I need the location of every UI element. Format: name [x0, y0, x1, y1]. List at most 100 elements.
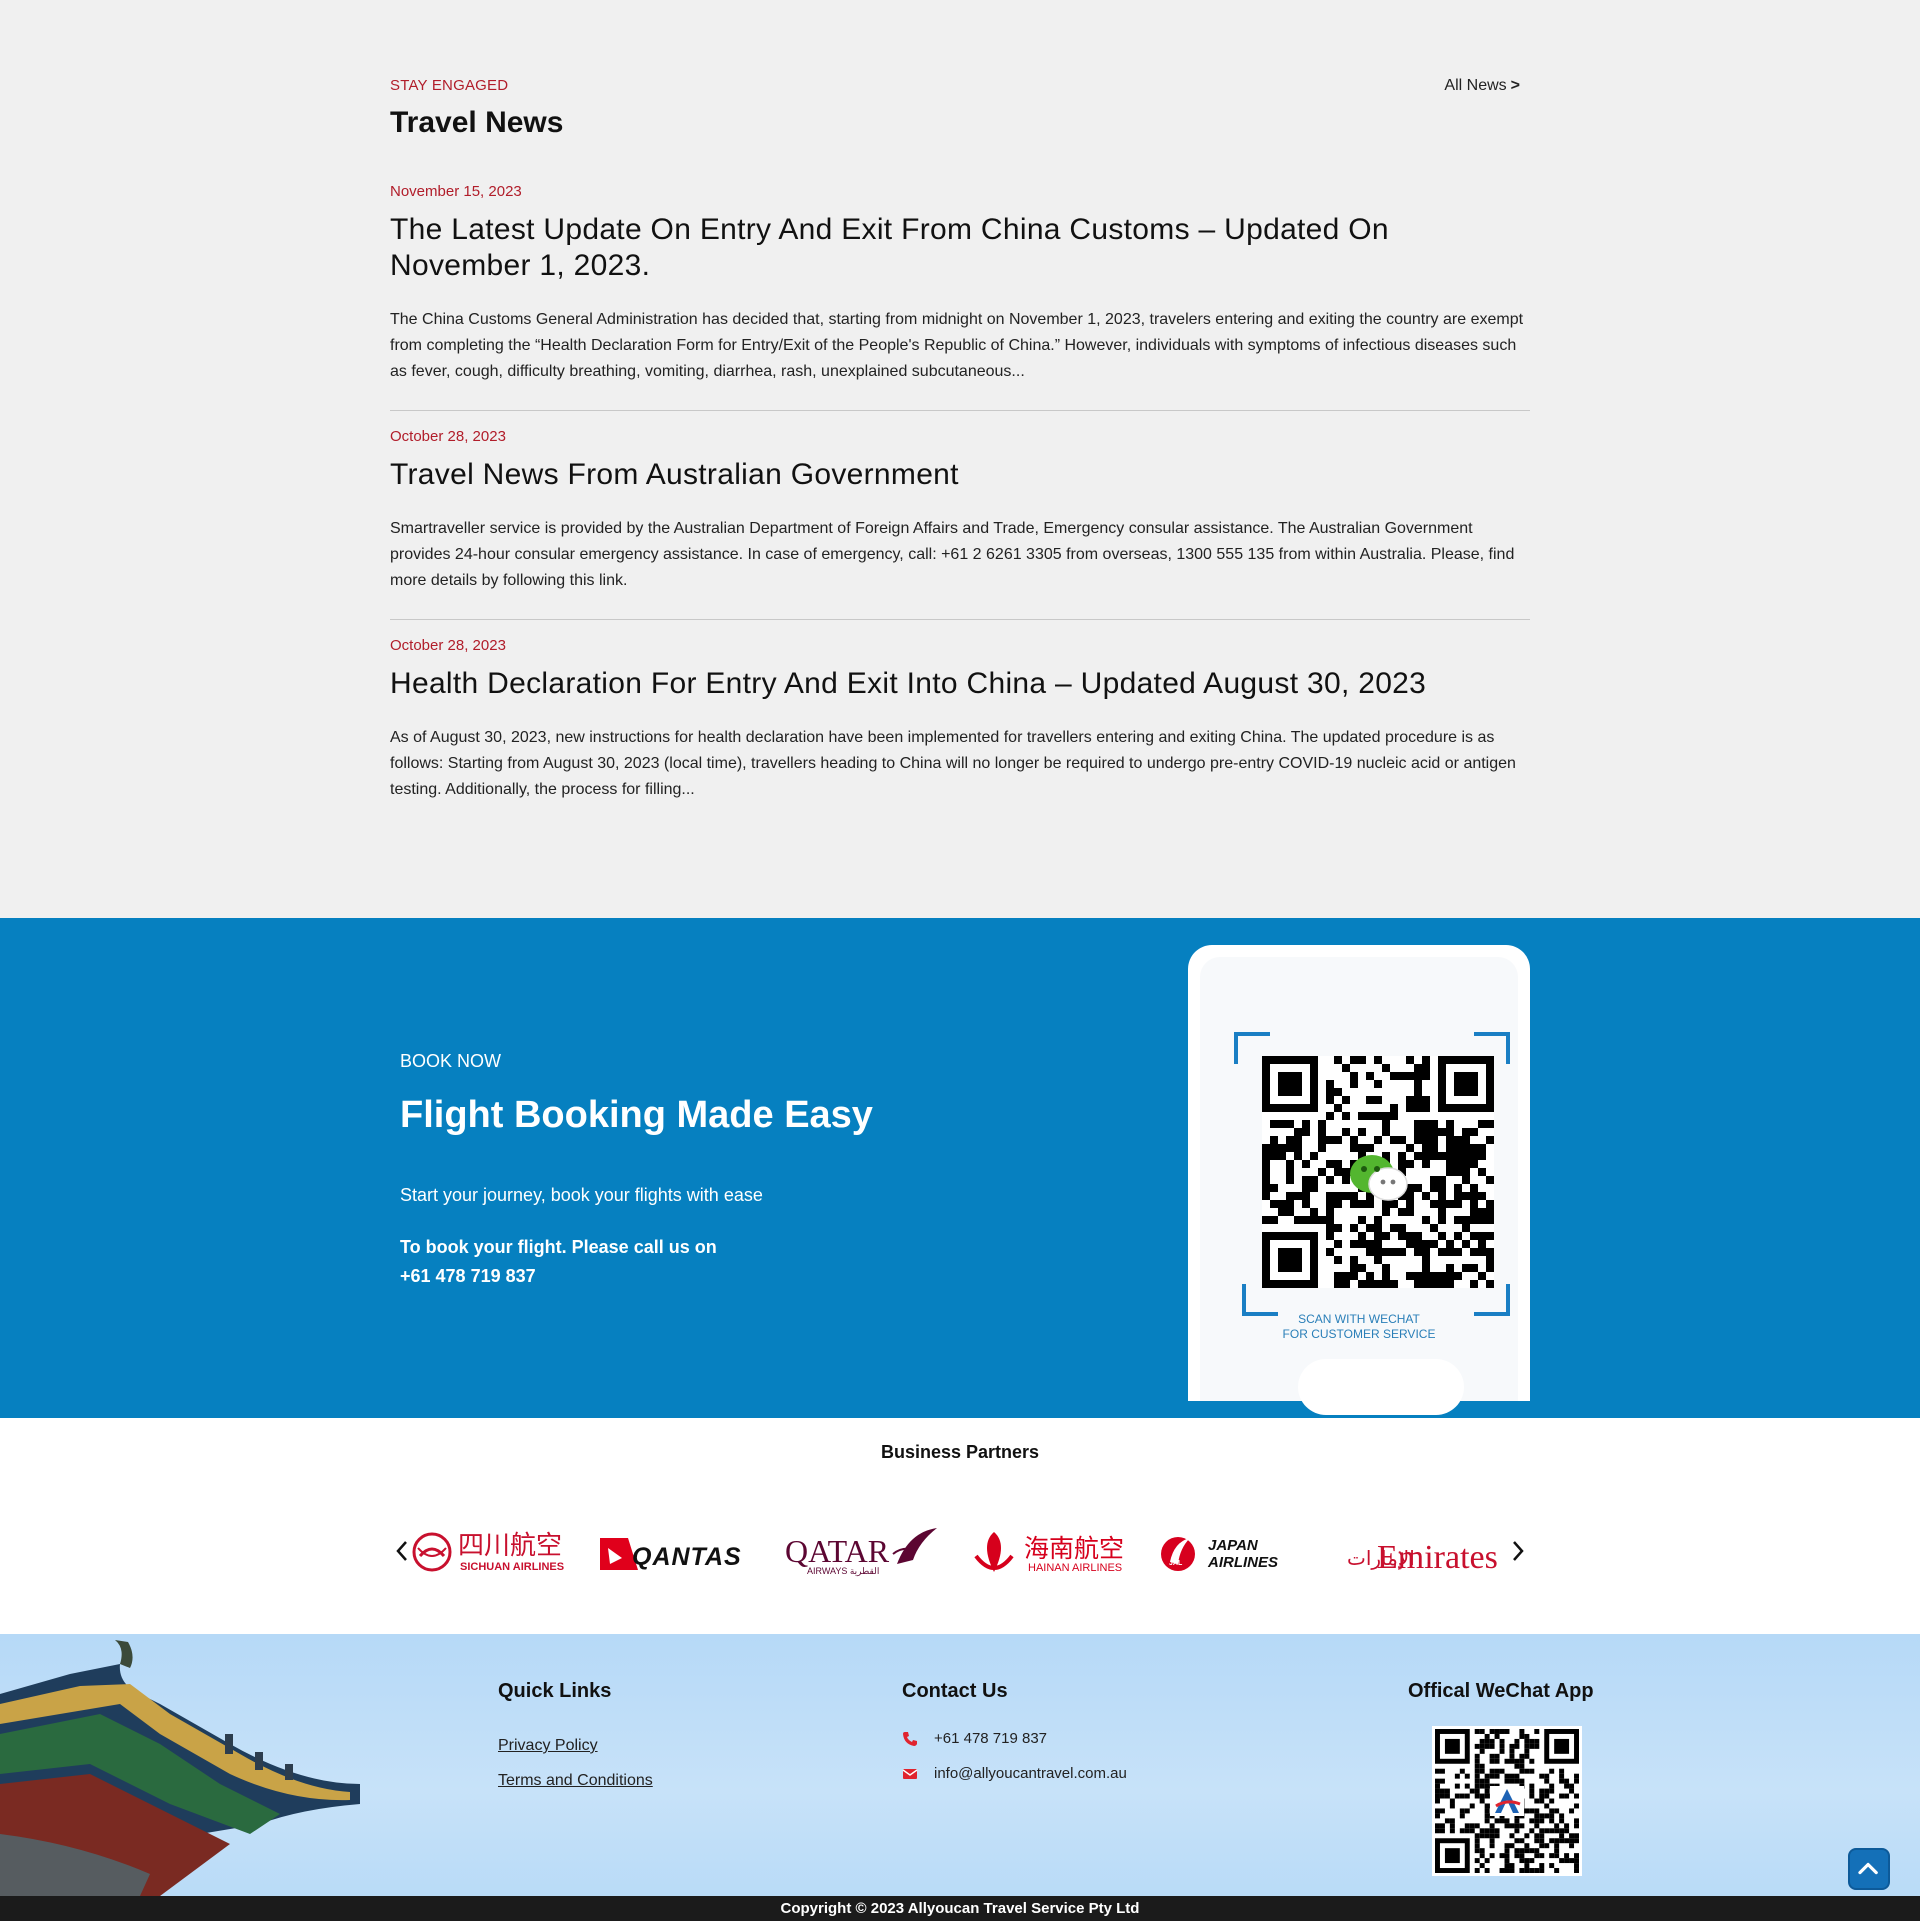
- article-title[interactable]: Health Declaration For Entry And Exit In…: [390, 666, 1530, 702]
- qr-module: [1326, 1176, 1334, 1184]
- qr-module: [1374, 1112, 1382, 1120]
- qr-module: [1446, 1240, 1454, 1248]
- qr-module: [1286, 1136, 1294, 1144]
- qr-module: [1342, 1272, 1350, 1280]
- qr-module: [1534, 1729, 1540, 1734]
- qr-module: [1484, 1738, 1490, 1744]
- qr-module: [1539, 1863, 1545, 1869]
- qr-module: [1422, 1136, 1430, 1144]
- qr-module: [1446, 1136, 1454, 1144]
- qr-module: [1406, 1056, 1414, 1064]
- qr-module: [1294, 1128, 1302, 1136]
- qr-module: [1509, 1748, 1515, 1754]
- qr-module: [1509, 1758, 1515, 1764]
- qr-module: [1494, 1758, 1500, 1764]
- qr-module: [1504, 1843, 1510, 1849]
- article-date: November 15, 2023: [390, 183, 522, 200]
- qr-module: [1474, 1768, 1480, 1774]
- qr-module: [1486, 1176, 1494, 1184]
- qr-module: [1406, 1272, 1414, 1280]
- article-title[interactable]: The Latest Update On Entry And Exit From…: [390, 212, 1530, 284]
- qr-module: [1554, 1868, 1560, 1873]
- qr-module: [1318, 1144, 1326, 1152]
- qr-module: [1459, 1813, 1465, 1819]
- qr-module: [1559, 1778, 1565, 1784]
- contact-phone-row[interactable]: +61 478 719 837: [902, 1730, 1047, 1747]
- qr-module: [1544, 1778, 1550, 1784]
- qr-module: [1286, 1168, 1294, 1176]
- news-article[interactable]: October 28, 2023 Health Declaration For …: [390, 637, 1530, 807]
- article-title[interactable]: Travel News From Australian Government: [390, 457, 1530, 493]
- qr-finder-pattern: [1554, 1738, 1570, 1754]
- qr-module: [1469, 1803, 1475, 1809]
- qr-module: [1574, 1838, 1579, 1844]
- qr-module: [1439, 1808, 1445, 1814]
- qr-module: [1479, 1848, 1485, 1854]
- qr-module: [1489, 1823, 1495, 1829]
- qr-module: [1358, 1128, 1366, 1136]
- qr-module: [1486, 1120, 1494, 1128]
- japan-airlines-logo: JAL JAPAN AIRLINES: [1161, 1537, 1278, 1571]
- qr-module: [1294, 1144, 1302, 1152]
- qr-module: [1489, 1828, 1495, 1834]
- chevron-left-icon[interactable]: [390, 1536, 414, 1566]
- qr-module: [1549, 1768, 1555, 1774]
- svg-text:Emirates: Emirates: [1377, 1539, 1498, 1576]
- qr-module: [1564, 1828, 1570, 1834]
- contact-phone[interactable]: +61 478 719 837: [934, 1730, 1047, 1747]
- qr-module: [1486, 1256, 1494, 1264]
- qr-module: [1464, 1773, 1470, 1779]
- terms-link[interactable]: Terms and Conditions: [498, 1772, 653, 1790]
- qr-module: [1544, 1813, 1550, 1819]
- qr-module: [1524, 1733, 1530, 1739]
- news-article[interactable]: October 28, 2023 Travel News From Austra…: [390, 428, 1530, 620]
- call-phone[interactable]: +61 478 719 837: [400, 1262, 717, 1291]
- qr-module: [1390, 1112, 1398, 1120]
- qr-module: [1549, 1853, 1555, 1859]
- qr-module: [1374, 1256, 1382, 1264]
- qr-module: [1382, 1232, 1390, 1240]
- qr-module: [1514, 1838, 1520, 1844]
- news-article[interactable]: November 15, 2023 The Latest Update On E…: [390, 183, 1530, 411]
- qr-module: [1574, 1868, 1579, 1873]
- qr-module: [1529, 1743, 1535, 1749]
- contact-email[interactable]: info@allyoucantravel.com.au: [934, 1765, 1127, 1782]
- back-to-top-button[interactable]: [1848, 1848, 1890, 1890]
- qr-module: [1509, 1868, 1515, 1873]
- qr-module: [1326, 1160, 1334, 1168]
- qr-module: [1350, 1264, 1358, 1272]
- qr-module: [1549, 1838, 1555, 1844]
- qr-module: [1494, 1733, 1500, 1739]
- qr-module: [1366, 1224, 1374, 1232]
- qr-module: [1519, 1768, 1525, 1774]
- wechat-icon: [1350, 1155, 1408, 1201]
- qr-module: [1398, 1248, 1406, 1256]
- qr-module: [1438, 1280, 1446, 1288]
- qr-module: [1479, 1853, 1485, 1859]
- privacy-policy-link[interactable]: Privacy Policy: [498, 1737, 598, 1755]
- qr-module: [1509, 1823, 1515, 1829]
- qr-module: [1514, 1828, 1520, 1834]
- qr-module: [1462, 1264, 1470, 1272]
- partners-title: Business Partners: [880, 1442, 1040, 1462]
- qr-module: [1439, 1828, 1445, 1834]
- qr-module: [1484, 1773, 1490, 1779]
- qr-module: [1398, 1072, 1406, 1080]
- contact-email-row[interactable]: info@allyoucantravel.com.au: [902, 1765, 1127, 1782]
- qr-module: [1574, 1803, 1579, 1809]
- qr-module: [1390, 1072, 1398, 1080]
- article-excerpt: The China Customs General Administration…: [390, 311, 1524, 380]
- qr-module: [1366, 1248, 1374, 1256]
- qr-module: [1342, 1064, 1350, 1072]
- qr-module: [1459, 1828, 1465, 1834]
- qr-module: [1494, 1833, 1500, 1839]
- qr-module: [1529, 1828, 1535, 1834]
- qr-module: [1489, 1853, 1495, 1859]
- chevron-right-icon[interactable]: [1506, 1536, 1530, 1566]
- qr-module: [1449, 1823, 1455, 1829]
- qr-module: [1390, 1136, 1398, 1144]
- qr-module: [1294, 1192, 1302, 1200]
- svg-text:JAPAN: JAPAN: [1208, 1537, 1259, 1554]
- qr-module: [1504, 1863, 1510, 1869]
- all-news-link[interactable]: All News >: [1444, 77, 1520, 95]
